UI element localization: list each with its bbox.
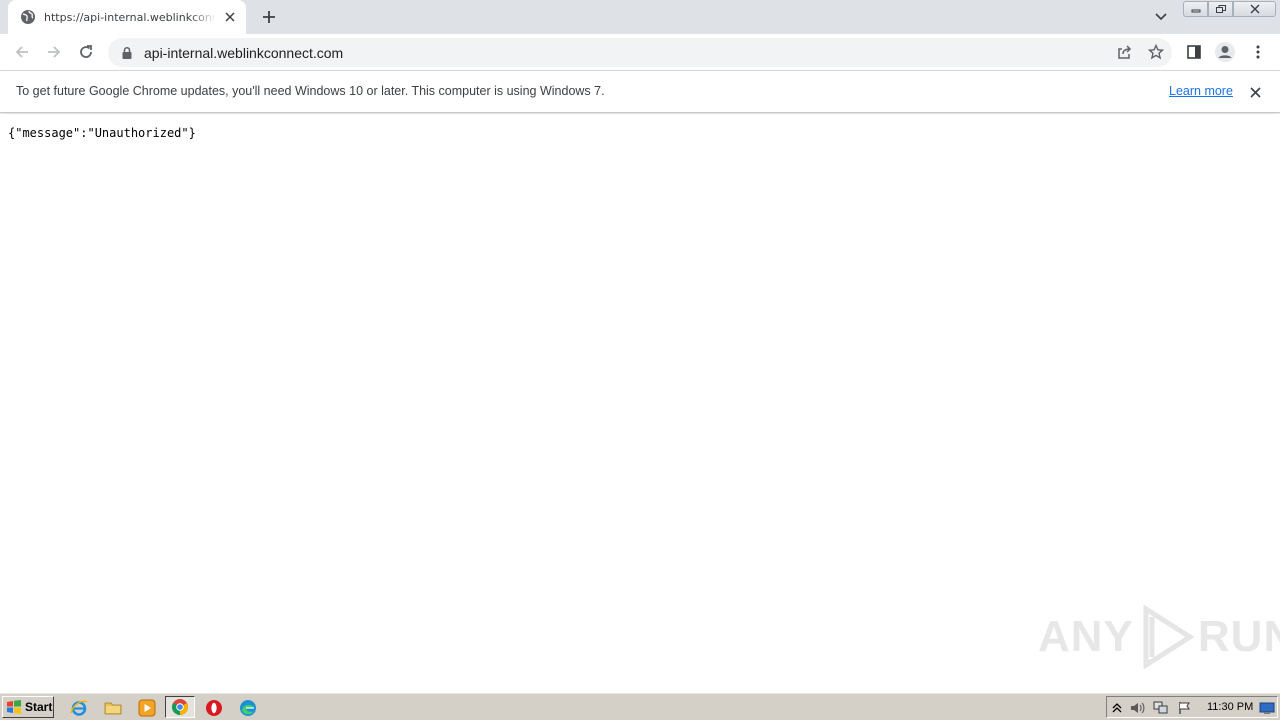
tray-expand-icon[interactable] bbox=[1109, 700, 1125, 716]
network-icon[interactable] bbox=[1153, 700, 1169, 716]
forward-button[interactable] bbox=[42, 40, 66, 64]
bookmark-star-icon[interactable] bbox=[1146, 42, 1166, 62]
update-infobar: To get future Google Chrome updates, you… bbox=[0, 71, 1280, 113]
anyrun-watermark: ANY RUN bbox=[1038, 605, 1280, 669]
reload-icon bbox=[80, 45, 92, 58]
arrow-left-icon bbox=[15, 46, 28, 58]
omnibox-actions bbox=[1114, 42, 1166, 62]
volume-icon[interactable] bbox=[1129, 700, 1145, 716]
window-close-button[interactable] bbox=[1233, 1, 1276, 17]
globe-icon bbox=[20, 9, 36, 25]
learn-more-link[interactable]: Learn more bbox=[1169, 84, 1233, 98]
media-player-icon[interactable] bbox=[136, 697, 158, 719]
arrow-right-icon bbox=[48, 46, 61, 58]
browser-toolbar: api-internal.weblinkconnect.com bbox=[0, 34, 1280, 71]
plus-icon bbox=[263, 11, 275, 23]
play-logo-icon bbox=[1143, 605, 1195, 669]
restore-icon bbox=[1215, 5, 1226, 13]
internet-explorer-icon[interactable] bbox=[68, 697, 90, 719]
window-controls bbox=[1183, 1, 1276, 17]
chrome-icon[interactable] bbox=[165, 696, 195, 718]
side-panel-button[interactable] bbox=[1182, 40, 1206, 64]
address-bar[interactable]: api-internal.weblinkconnect.com bbox=[108, 38, 1172, 67]
reload-button[interactable] bbox=[74, 40, 98, 64]
browser-tab[interactable]: https://api-internal.weblinkconnect.com bbox=[8, 0, 246, 34]
start-button[interactable]: Start bbox=[2, 696, 54, 718]
watermark-text-left: ANY bbox=[1038, 612, 1134, 661]
start-label: Start bbox=[25, 700, 53, 714]
edge-icon[interactable] bbox=[237, 697, 259, 719]
taskbar: Start 11:30 PM bbox=[0, 692, 1280, 720]
minimize-button[interactable] bbox=[1183, 1, 1208, 17]
show-desktop-icon[interactable] bbox=[1259, 700, 1275, 716]
tab-close-icon[interactable] bbox=[222, 9, 238, 25]
folder-icon[interactable] bbox=[102, 697, 124, 719]
opera-icon[interactable] bbox=[203, 697, 225, 719]
back-button[interactable] bbox=[10, 40, 34, 64]
json-response-text: {"message":"Unauthorized"} bbox=[8, 126, 196, 140]
lock-icon[interactable] bbox=[120, 46, 134, 60]
url-text[interactable]: api-internal.weblinkconnect.com bbox=[144, 45, 343, 61]
restore-button[interactable] bbox=[1208, 1, 1233, 17]
tab-strip: https://api-internal.weblinkconnect.com bbox=[0, 0, 1280, 34]
action-center-flag-icon[interactable] bbox=[1177, 700, 1193, 716]
windows-flag-icon bbox=[7, 700, 21, 714]
taskbar-clock[interactable]: 11:30 PM bbox=[1207, 701, 1253, 713]
infobar-message: To get future Google Chrome updates, you… bbox=[16, 84, 605, 98]
chevron-down-icon bbox=[1155, 13, 1167, 21]
kebab-menu-icon bbox=[1256, 45, 1260, 59]
share-icon[interactable] bbox=[1114, 42, 1134, 62]
watermark-text-right: RUN bbox=[1197, 612, 1280, 661]
infobar-close-icon[interactable] bbox=[1247, 84, 1263, 100]
side-panel-icon bbox=[1187, 45, 1201, 59]
close-icon bbox=[1250, 4, 1259, 14]
avatar-icon bbox=[1215, 42, 1235, 62]
new-tab-button[interactable] bbox=[258, 6, 280, 28]
tab-search-button[interactable] bbox=[1150, 7, 1172, 27]
minimize-icon bbox=[1191, 9, 1200, 13]
tab-title: https://api-internal.weblinkconnect.com bbox=[44, 10, 216, 24]
menu-button[interactable] bbox=[1246, 40, 1270, 64]
profile-button[interactable] bbox=[1213, 40, 1237, 64]
system-tray: 11:30 PM bbox=[1106, 696, 1278, 718]
